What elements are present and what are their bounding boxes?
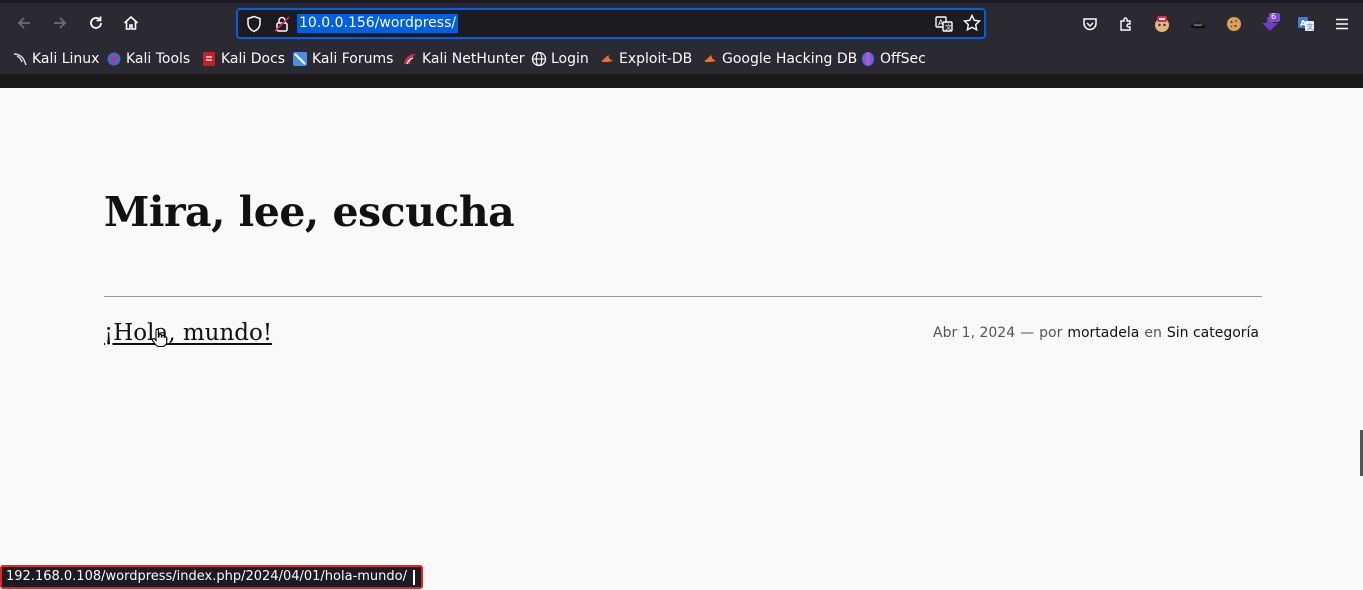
header-separator [104,296,1262,297]
bookmark-star-icon[interactable] [962,13,982,33]
translate-extension-icon: A文 [1298,17,1314,31]
link-status-bar: 192.168.0.108/wordpress/index.php/2024/0… [0,565,423,589]
forward-button[interactable] [46,9,74,37]
translate-icon[interactable]: A文 [934,14,954,34]
svg-text:文: 文 [945,23,952,32]
kali-docs-icon [201,51,217,67]
bookmark-google-hacking-db[interactable]: Google Hacking DB [702,48,857,70]
author-label: por [1039,325,1063,341]
home-button[interactable] [117,9,145,37]
arrow-left-icon [17,17,30,29]
category-label: en [1144,325,1162,341]
post-date[interactable]: Abr 1, 2024 [933,325,1015,341]
bookmarks-toolbar: Kali Linux Kali Tools Kali Docs Kali For… [0,46,1363,72]
reload-button[interactable] [82,9,110,37]
hand-cursor-icon [151,328,168,348]
tracking-protection-shield-icon[interactable] [244,14,264,34]
black-hat-icon [1190,21,1206,29]
extension-cookie-button[interactable] [1223,13,1245,35]
puzzle-icon [1120,17,1131,31]
reload-icon [90,16,102,29]
browser-toolbar: 10.0.0.156/wordpress/ A文 6 A文 Kali Linux… [0,0,1363,88]
face-extension-icon [1155,16,1169,32]
status-url: 192.168.0.108/wordpress/index.php/2024/0… [6,569,407,584]
svg-text:文: 文 [1307,22,1314,31]
post-author-link[interactable]: mortadela [1067,325,1139,341]
post-category-link[interactable]: Sin categoría [1167,325,1259,341]
bookmark-kali-docs[interactable]: Kali Docs [201,48,285,70]
extension-cookie-monster-button[interactable] [1151,13,1173,35]
pocket-button[interactable] [1079,13,1101,35]
extensions-button[interactable] [1115,13,1137,35]
kali-dragon-icon [12,51,28,67]
globe-icon [531,51,547,67]
back-button[interactable] [10,9,38,37]
post-title-link[interactable]: ¡Hola, mundo! [104,320,272,346]
extension-badge-count: 6 [1271,12,1277,21]
bookmark-exploit-db[interactable]: Exploit-DB [599,48,692,70]
home-icon [123,15,139,30]
kali-forums-icon [292,51,308,67]
status-caret [413,569,415,585]
bookmark-kali-linux[interactable]: Kali Linux [12,48,99,70]
toolbar-divider [0,74,1363,88]
nethunter-icon [402,51,418,67]
bookmark-kali-forums[interactable]: Kali Forums [292,48,393,70]
url-text[interactable]: 10.0.0.156/wordpress/ [297,14,459,33]
purple-download-icon [1262,13,1280,31]
arrow-right-icon [54,17,67,29]
exploit-db-icon [599,51,615,67]
kali-tools-icon [106,51,122,67]
extension-download-badge-button[interactable]: 6 [1259,12,1281,35]
ghdb-icon [702,51,718,67]
post-meta: Abr 1, 2024 — por mortadela en Sin categ… [933,325,1259,341]
offsec-icon [860,51,876,67]
meta-dash: — [1020,325,1035,341]
bookmark-kali-tools[interactable]: Kali Tools [106,48,190,70]
app-menu-button[interactable] [1331,13,1353,35]
extension-hat-button[interactable] [1187,13,1209,35]
site-title[interactable]: Mira, lee, escucha [104,188,515,236]
address-bar[interactable]: 10.0.0.156/wordpress/ A文 [236,8,986,39]
cookie-icon [1227,17,1241,31]
navigation-bar: 10.0.0.156/wordpress/ A文 6 A文 [0,5,1363,42]
bookmark-kali-nethunter[interactable]: Kali NetHunter [402,48,524,70]
bookmark-offsec[interactable]: OffSec [860,48,926,70]
hamburger-menu-icon [1336,18,1348,30]
pocket-icon [1083,18,1097,31]
extension-translate-button[interactable]: A文 [1295,13,1317,35]
insecure-lock-icon[interactable] [272,14,292,34]
bookmark-login[interactable]: Login [531,48,589,70]
tab-strip-edge [0,0,1363,3]
